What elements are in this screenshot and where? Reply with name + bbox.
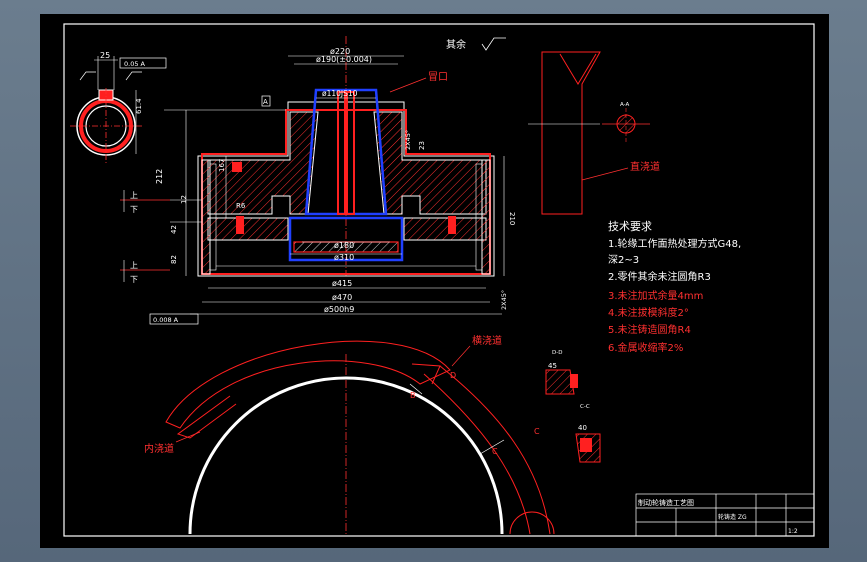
- bottom-mark-2: 下: [130, 275, 138, 284]
- section-cc-label: C-C: [580, 404, 590, 410]
- top-mark-2: 上: [130, 261, 138, 270]
- roughness-symbol-icon: [481, 37, 506, 51]
- section-c2-mark: C: [492, 447, 498, 456]
- title-drawing-name: 制动轮铸造工艺图: [638, 498, 694, 507]
- title-scale: 1:2: [788, 528, 798, 535]
- dim-h167: 167: [218, 159, 226, 172]
- tech-item-3: 3.未注加式余量4mm: [608, 289, 703, 302]
- drawing-sheet: 25 61.4 0.05 A ø220 ø190(±0.004) ø110JS1…: [40, 14, 829, 548]
- section-aa-label: A-A: [620, 102, 630, 108]
- bottom-mark: 下: [130, 205, 138, 214]
- section-b-mark: B: [410, 391, 416, 400]
- parting-line-marks: 上 下 上 下: [120, 190, 170, 284]
- dim-key-width: 25: [100, 51, 110, 60]
- dim-d500: ø500h9: [324, 305, 354, 314]
- dim-section-45: 45: [548, 362, 557, 370]
- inner-gate-label: 内浇道: [144, 442, 174, 455]
- tech-item-2: 2.零件其余未注圆角R3: [608, 270, 711, 283]
- dim-h42: 42: [170, 225, 178, 234]
- datum-a-mark: A: [263, 98, 268, 106]
- runner-label: 横浇道: [472, 334, 502, 347]
- tech-item-4: 4.未注拔模斜度2°: [608, 306, 689, 319]
- title-material: 轮铸造 ZG: [718, 513, 747, 521]
- top-mark: 上: [130, 191, 138, 200]
- dim-chamfer-1: 2X45°: [404, 130, 412, 150]
- dim-section-40: 40: [578, 424, 587, 432]
- dim-r6: R6: [236, 202, 246, 210]
- dim-h82: 82: [170, 255, 178, 264]
- tech-heading: 技术要求: [608, 220, 652, 233]
- sprue-label: 直浇道: [630, 160, 660, 173]
- keyway-section-view: 25 61.4 0.05 A: [70, 51, 167, 164]
- gating-plan-view: 横浇道 内浇道 D B C C: [144, 334, 555, 535]
- tech-item-1: 1.轮缘工作面热处理方式G48,: [608, 237, 741, 250]
- tolerance-frame-1: 0.05 A: [124, 60, 146, 68]
- cad-drawing: 25 61.4 0.05 A ø220 ø190(±0.004) ø110JS1…: [63, 23, 815, 537]
- dim-chamfer-2: 2X45°: [500, 290, 508, 310]
- dim-h12: 12: [180, 195, 188, 204]
- dim-d110: ø110JS10: [322, 89, 358, 98]
- tech-item-6: 6.金属收缩率2%: [608, 341, 683, 354]
- dim-h212: 212: [155, 169, 164, 184]
- section-dd-label: D-D: [552, 350, 562, 356]
- riser-label: 冒口: [428, 71, 448, 83]
- main-section-view: [197, 36, 495, 277]
- rest-surface-label: 其余: [446, 38, 466, 51]
- dim-key-depth: 61.4: [135, 98, 143, 114]
- dim-d190: ø190(±0.004): [316, 55, 372, 64]
- section-details: D-D 45 C-C 40: [545, 350, 601, 463]
- tolerance-frame-2: 0.008 A: [153, 316, 179, 324]
- tech-item-5: 5.未注铸造圆角R4: [608, 323, 691, 336]
- section-c-mark: C: [534, 427, 540, 436]
- dim-d310: ø310: [334, 253, 354, 262]
- tech-requirements: 技术要求 1.轮缘工作面热处理方式G48, 深2~3 2.零件其余未注圆角R3 …: [608, 220, 741, 354]
- dim-d415: ø415: [332, 279, 352, 288]
- dim-h210: 210: [508, 212, 516, 225]
- tech-item-1b: 深2~3: [608, 254, 639, 266]
- section-d-mark: D: [450, 371, 456, 380]
- dim-d180: ø180: [334, 241, 354, 250]
- dim-d470: ø470: [332, 293, 352, 302]
- dim-h23: 23: [418, 141, 426, 150]
- sprue-drawing: A-A 直浇道: [528, 51, 660, 215]
